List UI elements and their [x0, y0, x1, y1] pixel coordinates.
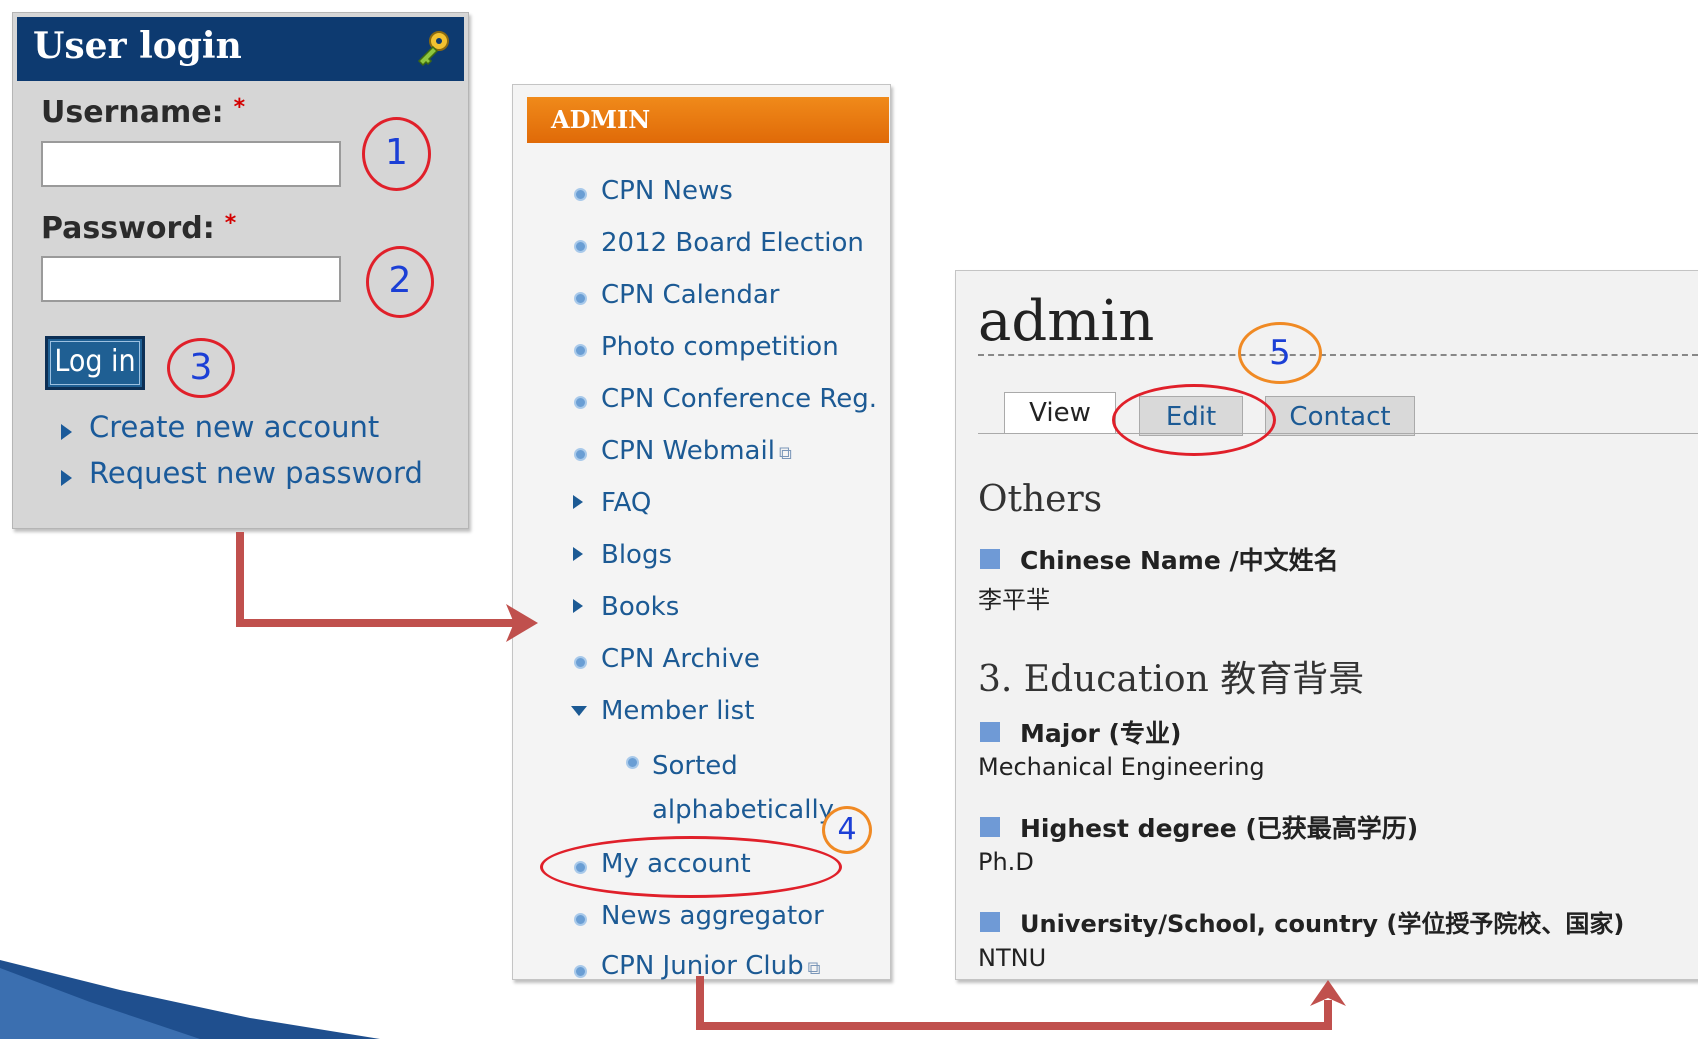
arrow-login-to-menu	[236, 532, 522, 627]
connector-arrows	[0, 532, 1346, 1039]
arrow-menu-to-profile	[696, 976, 1332, 1030]
